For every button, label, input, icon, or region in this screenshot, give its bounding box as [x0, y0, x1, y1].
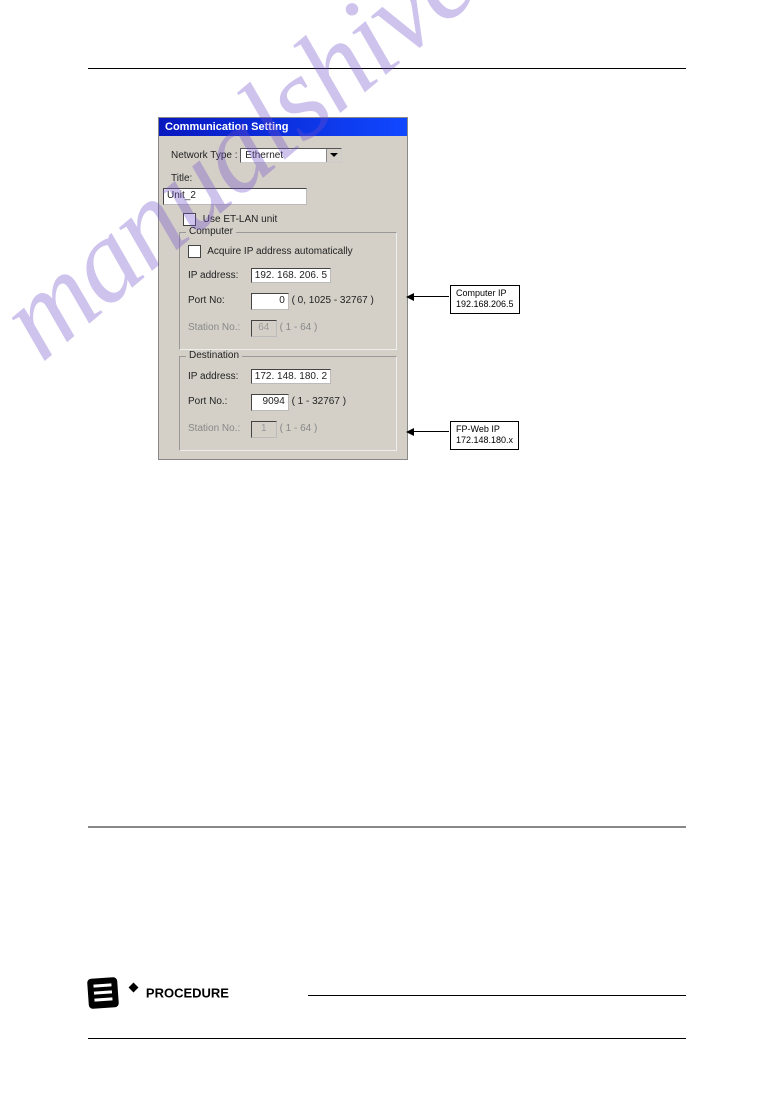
diamond-icon: [129, 983, 139, 993]
network-type-value: Ethernet: [245, 150, 283, 161]
dest-ip-label: IP address:: [188, 371, 248, 382]
auto-ip-checkbox[interactable]: [188, 245, 201, 258]
title-input[interactable]: Unit_2: [163, 188, 307, 205]
callout-fpweb-ip: FP-Web IP 172.148.180.x: [450, 421, 519, 450]
ip-octet[interactable]: 180: [299, 371, 316, 382]
dest-ip-input[interactable]: 172. 148. 180. 2: [251, 369, 331, 384]
computer-group-title: Computer: [186, 226, 236, 237]
comp-ip-label: IP address:: [188, 270, 248, 281]
dest-port-range: ( 1 - 32767 ): [292, 396, 346, 407]
dest-station-range: ( 1 - 64 ): [280, 423, 318, 434]
ip-octet[interactable]: 148: [277, 371, 294, 382]
dest-station-label: Station No.:: [188, 423, 248, 434]
dialog-title: Communication Setting: [159, 118, 407, 136]
ip-octet[interactable]: 206: [299, 270, 316, 281]
communication-setting-dialog: Communication Setting Network Type : Eth…: [158, 117, 408, 460]
ip-octet[interactable]: 5: [322, 270, 328, 281]
procedure-icon: [87, 977, 119, 1009]
header-rule: [88, 68, 686, 69]
comp-ip-input[interactable]: 192. 168. 206. 5: [251, 268, 331, 283]
dest-port-input[interactable]: 9094: [251, 394, 289, 411]
comp-port-input[interactable]: 0: [251, 293, 289, 310]
comp-port-range: ( 0, 1025 - 32767 ): [292, 295, 374, 306]
etlan-label: Use ET-LAN unit: [203, 214, 277, 225]
callout-line: 172.148.180.x: [456, 435, 513, 446]
callout-line: 192.168.206.5: [456, 299, 514, 310]
comp-port-label: Port No:: [188, 295, 248, 306]
arrow-icon: [413, 296, 449, 297]
ip-octet[interactable]: 172: [255, 371, 272, 382]
figure-dialog: Communication Setting Network Type : Eth…: [158, 117, 626, 535]
callout-computer-ip: Computer IP 192.168.206.5: [450, 285, 520, 314]
comp-station-range: ( 1 - 64 ): [280, 322, 318, 333]
network-type-label: Network Type :: [171, 150, 238, 161]
etlan-checkbox[interactable]: [183, 213, 196, 226]
dest-station-input: 1: [251, 421, 277, 438]
footer-rule: [88, 1038, 686, 1039]
dropdown-icon[interactable]: [326, 149, 341, 162]
dest-port-label: Port No.:: [188, 396, 248, 407]
procedure-rule: [308, 995, 686, 996]
ip-octet[interactable]: 192: [255, 270, 272, 281]
ip-octet[interactable]: 168: [277, 270, 294, 281]
procedure-label: PROCEDURE: [146, 986, 229, 1001]
dest-group-title: Destination: [186, 350, 242, 361]
ip-octet[interactable]: 2: [322, 371, 328, 382]
title-label: Title:: [171, 173, 192, 184]
computer-group: Computer Acquire IP address automaticall…: [179, 232, 397, 350]
comp-station-input: 64: [251, 320, 277, 337]
arrow-icon: [413, 431, 449, 432]
network-type-select[interactable]: Ethernet: [240, 148, 342, 163]
auto-ip-label: Acquire IP address automatically: [207, 246, 352, 257]
destination-group: Destination IP address: 172. 148. 180. 2…: [179, 356, 397, 451]
callout-line: Computer IP: [456, 288, 514, 299]
section-divider: [88, 826, 686, 828]
callout-line: FP-Web IP: [456, 424, 513, 435]
procedure-block: PROCEDURE: [88, 978, 686, 1018]
comp-station-label: Station No.:: [188, 322, 248, 333]
notes: [158, 560, 686, 566]
